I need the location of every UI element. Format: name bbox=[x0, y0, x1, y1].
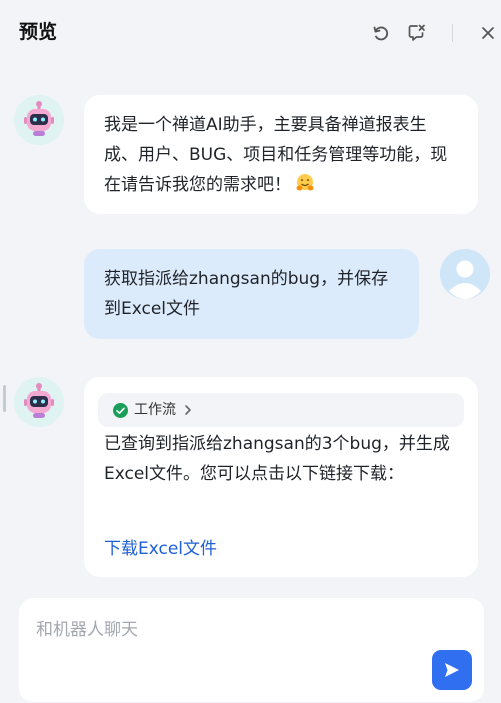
success-check-icon bbox=[113, 402, 128, 418]
scroll-indicator[interactable] bbox=[3, 385, 6, 412]
hugging-face-emoji bbox=[295, 173, 315, 193]
send-icon bbox=[445, 663, 459, 677]
chat-input[interactable] bbox=[36, 620, 416, 640]
clear-chat-icon[interactable] bbox=[406, 22, 428, 44]
robot-avatar bbox=[14, 377, 64, 427]
user-avatar bbox=[440, 249, 490, 299]
refresh-icon[interactable] bbox=[370, 22, 392, 44]
robot-avatar bbox=[14, 95, 64, 145]
bot-message-bubble: 我是一个禅道AI助手，主要具备禅道报表生成、用户、BUG、项目和任务管理等功能，… bbox=[84, 95, 478, 214]
chat-composer bbox=[19, 598, 484, 702]
bot-message-bubble: 工作流 已查询到指派给zhangsan的3个bug，并生成Excel文件。您可以… bbox=[84, 377, 478, 577]
header-divider bbox=[452, 24, 453, 42]
download-excel-link[interactable]: 下载Excel文件 bbox=[104, 534, 217, 564]
message-text: 获取指派给zhangsan的bug，并保存到Excel文件 bbox=[104, 269, 389, 319]
workflow-label: 工作流 bbox=[134, 402, 176, 418]
page-title: 预览 bbox=[19, 21, 58, 43]
message-text: 已查询到指派给zhangsan的3个bug，并生成Excel文件。您可以点击以下… bbox=[104, 434, 450, 484]
send-button[interactable] bbox=[432, 650, 472, 690]
user-message-bubble: 获取指派给zhangsan的bug，并保存到Excel文件 bbox=[84, 249, 419, 339]
preview-header: 预览 bbox=[0, 0, 501, 60]
chevron-right-icon bbox=[185, 405, 191, 415]
workflow-toggle[interactable]: 工作流 bbox=[98, 393, 464, 427]
message-text: 我是一个禅道AI助手，主要具备禅道报表生成、用户、BUG、项目和任务管理等功能，… bbox=[104, 115, 448, 195]
close-icon[interactable] bbox=[477, 22, 499, 44]
